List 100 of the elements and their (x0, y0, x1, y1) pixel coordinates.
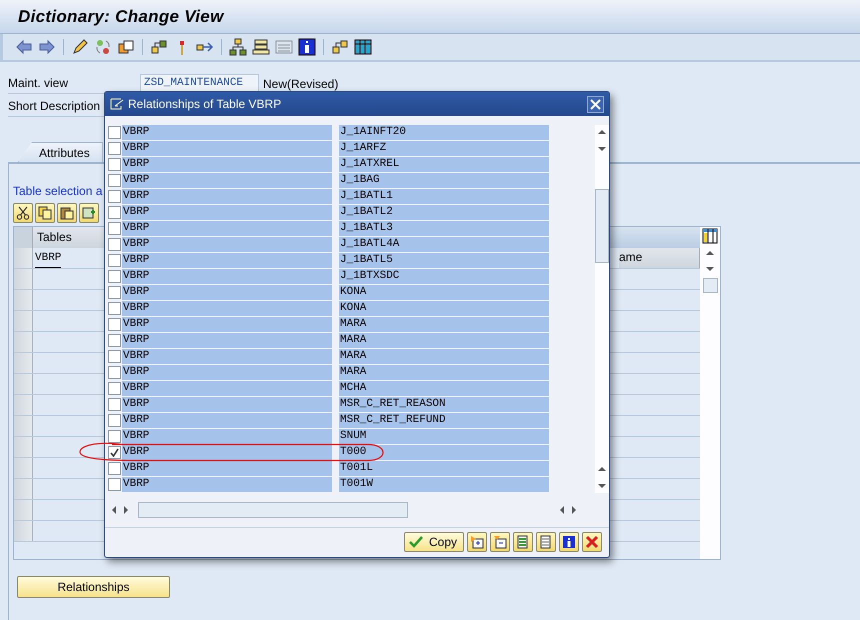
row-selector[interactable] (14, 416, 33, 436)
row-selector[interactable] (14, 332, 33, 352)
copy-object-icon[interactable] (117, 38, 135, 56)
deselect-all-icon[interactable] (536, 532, 556, 552)
table-cell: VBRP (122, 205, 332, 220)
table-cell: J_1BATL2 (339, 205, 549, 220)
dialog-icon (110, 98, 124, 110)
structure-icon[interactable] (331, 38, 349, 56)
checkbox[interactable] (108, 318, 121, 331)
list-icon[interactable] (275, 38, 293, 56)
refresh-icon[interactable] (94, 38, 112, 56)
back-icon[interactable] (15, 38, 33, 56)
checkbox[interactable] (108, 414, 121, 427)
paste-icon[interactable] (57, 203, 77, 223)
scroll-up-icon[interactable] (598, 465, 606, 473)
scroll-up-icon[interactable] (598, 128, 606, 136)
row-selector[interactable] (14, 290, 33, 310)
table-cell: VBRP (122, 461, 332, 476)
table-cell: KONA (339, 301, 549, 316)
checkbox[interactable] (108, 126, 121, 139)
pencil-icon[interactable] (71, 38, 89, 56)
checkbox[interactable] (108, 190, 121, 203)
table-cell: VBRP (122, 381, 332, 396)
columns-icon[interactable] (354, 38, 372, 56)
scroll-down-icon[interactable] (598, 145, 606, 153)
checkbox[interactable] (108, 446, 121, 459)
expand-icon[interactable] (467, 532, 487, 552)
checkbox[interactable] (108, 206, 121, 219)
table-cell: T000 (339, 445, 549, 460)
table-cell: VBRP (122, 413, 332, 428)
checkbox[interactable] (108, 158, 121, 171)
info-icon[interactable] (298, 38, 316, 56)
forward-icon[interactable] (38, 38, 56, 56)
row-selector[interactable] (14, 479, 33, 499)
vertical-scrollbar[interactable] (700, 227, 720, 559)
checkbox[interactable] (108, 334, 121, 347)
insert-row-icon[interactable] (79, 203, 99, 223)
scroll-down-icon[interactable] (598, 482, 606, 490)
checkbox[interactable] (108, 174, 121, 187)
table-cell: MARA (339, 349, 549, 364)
vertical-scrollbar[interactable] (595, 125, 609, 493)
close-button[interactable] (587, 96, 604, 112)
select-all-icon[interactable] (513, 532, 533, 552)
checkbox[interactable] (108, 286, 121, 299)
table-cell: J_1BATL4A (339, 237, 549, 252)
checkbox[interactable] (108, 238, 121, 251)
scroll-right-icon[interactable] (122, 506, 130, 514)
hierarchy-icon[interactable] (150, 38, 168, 56)
scroll-up-icon[interactable] (706, 249, 714, 257)
scroll-down-icon[interactable] (706, 265, 714, 273)
table-cell: VBRP (122, 237, 332, 252)
checkbox[interactable] (108, 302, 121, 315)
checkbox[interactable] (108, 382, 121, 395)
row-selector[interactable] (14, 458, 33, 478)
table-cell: VBRP (122, 301, 332, 316)
checkbox[interactable] (108, 398, 121, 411)
row-selector[interactable] (14, 269, 33, 289)
row-selector[interactable] (14, 311, 33, 331)
checkbox[interactable] (108, 430, 121, 443)
table-cell: J_1BTXSDC (339, 269, 549, 284)
checkbox[interactable] (108, 254, 121, 267)
checkbox[interactable] (108, 270, 121, 283)
scroll-right-icon[interactable] (570, 506, 578, 514)
scroll-left-icon[interactable] (558, 506, 566, 514)
column-settings-icon[interactable] (702, 228, 718, 244)
info-icon[interactable] (559, 532, 579, 552)
row-selector[interactable] (14, 500, 33, 520)
row-selector[interactable] (14, 374, 33, 394)
row-selector[interactable] (14, 521, 33, 541)
row-selector[interactable] (14, 437, 33, 457)
table-cell: VBRP (122, 365, 332, 380)
scrollbar-thumb[interactable] (138, 502, 408, 518)
row-selector[interactable] (14, 353, 33, 373)
table-cell: J_1ATXREL (339, 157, 549, 172)
copy-button[interactable]: Copy (404, 532, 464, 552)
copy-icon[interactable] (35, 203, 55, 223)
checkbox[interactable] (108, 142, 121, 155)
relationships-button[interactable]: Relationships (17, 576, 170, 598)
table-cell: J_1AINFT20 (339, 125, 549, 140)
checkbox[interactable] (108, 222, 121, 235)
stack-icon[interactable] (252, 38, 270, 56)
scroll-left-icon[interactable] (110, 506, 118, 514)
table-cell: J_1BAG (339, 173, 549, 188)
collapse-icon[interactable] (490, 532, 510, 552)
table-cell: J_1ARFZ (339, 141, 549, 156)
table-cell: VBRP (122, 253, 332, 268)
checkbox[interactable] (108, 462, 121, 475)
cut-icon[interactable] (13, 203, 33, 223)
checkbox[interactable] (108, 366, 121, 379)
checkbox[interactable] (108, 478, 121, 491)
scrollbar-thumb[interactable] (595, 189, 609, 263)
row-selector[interactable] (14, 248, 33, 268)
column-header: ame (619, 248, 700, 268)
tab[interactable]: Attributes (18, 142, 103, 162)
table-cell: VBRP (122, 349, 332, 364)
cancel-icon[interactable] (582, 532, 602, 552)
checkbox[interactable] (108, 350, 121, 363)
tree-icon[interactable] (229, 38, 247, 56)
scrollbar-thumb[interactable] (702, 278, 718, 293)
row-selector[interactable] (14, 395, 33, 415)
